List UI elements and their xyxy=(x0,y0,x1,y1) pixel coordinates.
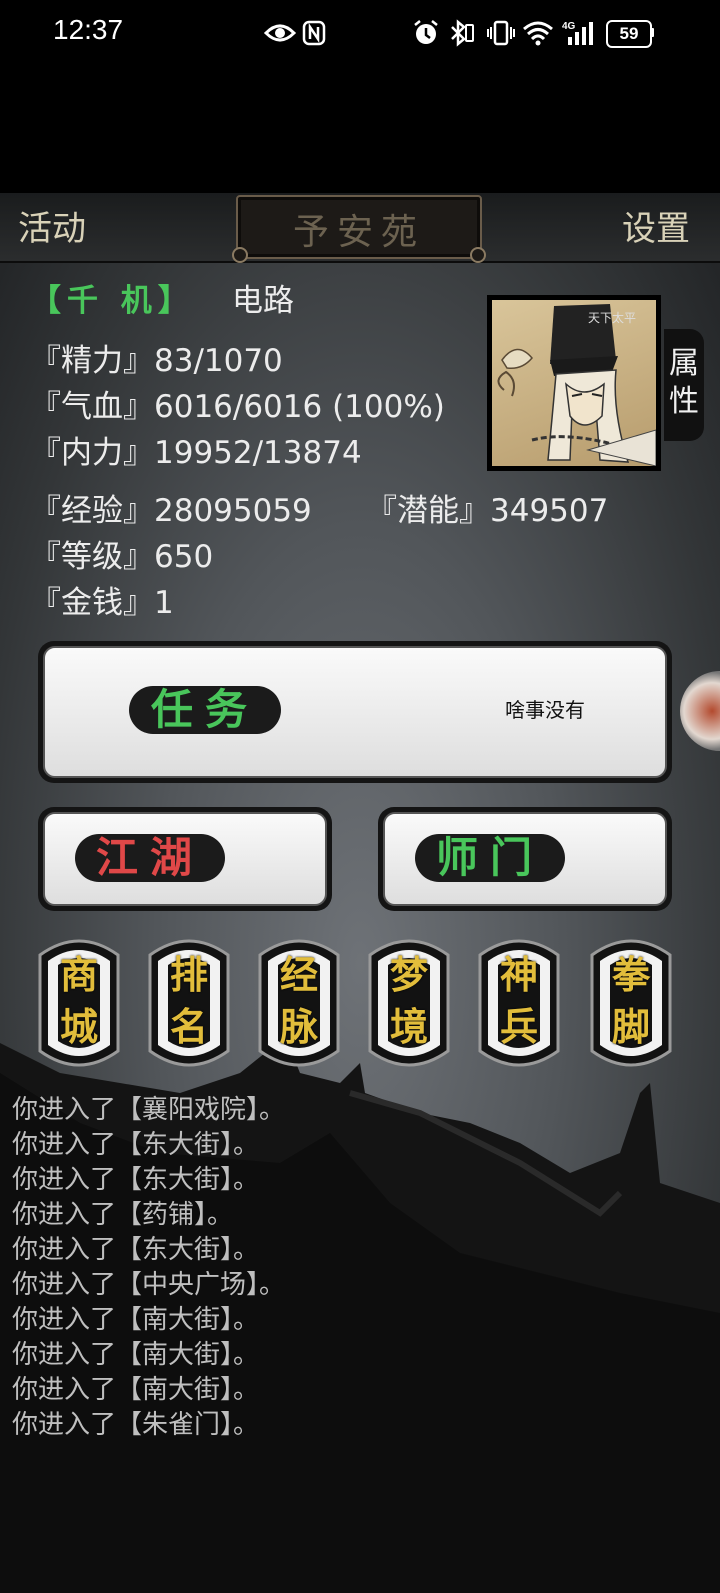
log-line: 你进入了【东大街】。 xyxy=(12,1235,260,1265)
stat-energy: 『精力』83/1070 xyxy=(30,343,283,379)
task-panel-inner: 任务 啥事没有 xyxy=(43,646,667,778)
log-line: 你进入了【襄阳戏院】。 xyxy=(12,1095,286,1125)
sect-label: 【千 机】 xyxy=(30,283,195,319)
top-bar: 活动 予安苑 设置 xyxy=(0,193,720,263)
ranking-label-bottom: 名 xyxy=(169,1004,208,1049)
svg-text:天下太平: 天下太平 xyxy=(588,310,636,325)
log-line: 你进入了【南大街】。 xyxy=(12,1305,260,1335)
stat-exp: 『经验』28095059 xyxy=(30,493,312,529)
character-name: 电路 xyxy=(232,283,294,319)
fist-kick-label-top: 拳 xyxy=(611,952,650,997)
shop-button[interactable]: 商 城 xyxy=(36,933,122,1073)
status-time: 12:37 xyxy=(53,14,124,45)
signal-icon: 4G xyxy=(562,18,598,48)
vibrate-icon xyxy=(486,18,516,48)
task-panel[interactable]: 任务 啥事没有 xyxy=(38,641,672,783)
portrait-image: 天下太平 xyxy=(492,300,656,466)
stat-money: 『金钱』1 xyxy=(30,585,174,621)
battery-indicator: 59 xyxy=(606,20,652,48)
ranking-button[interactable]: 排 名 xyxy=(146,933,232,1073)
battery-nub xyxy=(651,28,654,37)
dream-realm-label-top: 梦 xyxy=(389,952,428,997)
side-orb-button[interactable] xyxy=(680,671,720,751)
shimen-label: 师门 xyxy=(415,834,565,882)
attributes-tab[interactable]: 属性 xyxy=(664,329,704,441)
shop-label-top: 商 xyxy=(59,952,98,997)
alarm-icon xyxy=(412,18,440,48)
task-description: 啥事没有 xyxy=(505,698,585,722)
dream-realm-label-bottom: 境 xyxy=(389,1004,428,1049)
wifi-icon xyxy=(522,18,554,48)
jianghu-panel[interactable]: 江湖 xyxy=(38,807,332,911)
shop-label-bottom: 城 xyxy=(59,1004,98,1049)
log-line: 你进入了【南大街】。 xyxy=(12,1340,260,1370)
location-title: 予安苑 xyxy=(292,212,425,253)
shimen-panel-inner: 师门 xyxy=(383,812,667,906)
log-line: 你进入了【中央广场】。 xyxy=(12,1270,286,1300)
stat-hp: 『气血』6016/6016 (100%) xyxy=(30,389,445,425)
meridian-button[interactable]: 经 脉 xyxy=(256,933,342,1073)
log-line: 你进入了【药铺】。 xyxy=(12,1200,234,1230)
jianghu-panel-inner: 江湖 xyxy=(43,812,327,906)
fist-kick-button[interactable]: 拳 脚 xyxy=(588,933,674,1073)
character-portrait[interactable]: 天下太平 xyxy=(487,295,661,471)
meridian-label-top: 经 xyxy=(279,952,318,997)
log-line: 你进入了【东大街】。 xyxy=(12,1130,260,1160)
stat-potential: 『潜能』349507 xyxy=(366,493,609,529)
fist-kick-label-bottom: 脚 xyxy=(611,1004,650,1049)
jianghu-label: 江湖 xyxy=(75,834,225,882)
shimen-panel[interactable]: 师门 xyxy=(378,807,672,911)
meridian-label-bottom: 脉 xyxy=(279,1004,318,1049)
activity-button[interactable]: 活动 xyxy=(18,201,86,250)
game-screen: 活动 予安苑 设置 【千 机】 电路 『精力』83/1070 『气血』6016/… xyxy=(0,193,720,1593)
log-line: 你进入了【南大街】。 xyxy=(12,1375,260,1405)
ranking-label-top: 排 xyxy=(169,952,208,997)
location-plate: 予安苑 xyxy=(232,195,486,263)
eye-icon xyxy=(264,18,296,48)
divine-weapon-label-bottom: 兵 xyxy=(499,1004,538,1049)
log-line: 你进入了【东大街】。 xyxy=(12,1165,260,1195)
settings-button[interactable]: 设置 xyxy=(622,201,690,250)
task-label: 任务 xyxy=(129,686,281,734)
divine-weapon-button[interactable]: 神 兵 xyxy=(476,933,562,1073)
log-line: 你进入了【朱雀门】。 xyxy=(12,1410,260,1440)
status-bar: 12:37 4G 59 xyxy=(0,0,720,66)
divine-weapon-label-top: 神 xyxy=(499,952,538,997)
nfc-icon xyxy=(302,18,326,48)
svg-text:4G: 4G xyxy=(562,21,576,32)
dream-realm-button[interactable]: 梦 境 xyxy=(366,933,452,1073)
message-log: 你进入了【襄阳戏院】。 你进入了【东大街】。 你进入了【东大街】。 你进入了【药… xyxy=(12,1093,285,1443)
bluetooth-icon xyxy=(446,18,476,48)
stat-level: 『等级』650 xyxy=(30,539,214,575)
stat-mp: 『内力』19952/13874 xyxy=(30,435,362,471)
